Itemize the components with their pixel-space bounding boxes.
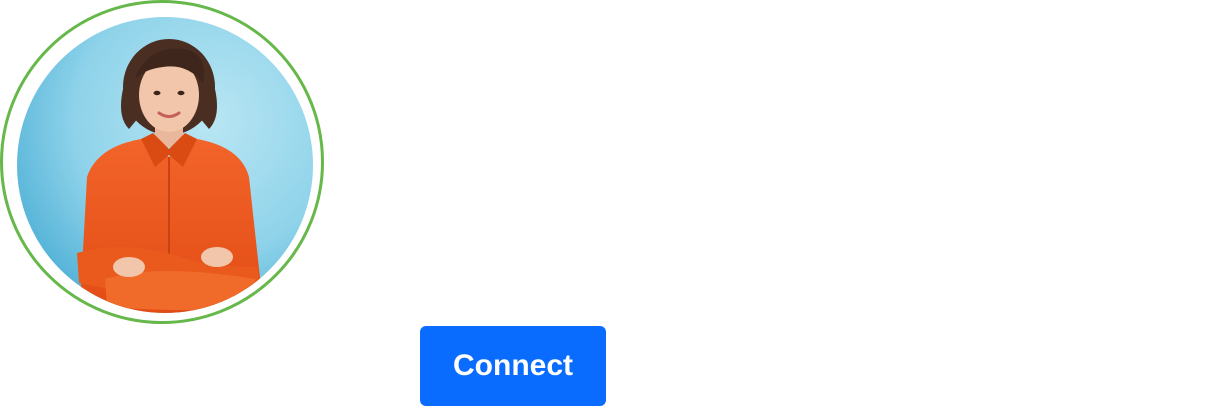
- avatar: [17, 17, 313, 313]
- person-photo-icon: [17, 17, 313, 313]
- connect-button[interactable]: Connect: [420, 326, 606, 406]
- avatar-ring: [0, 0, 324, 324]
- profile-card: Connect: [0, 0, 1220, 406]
